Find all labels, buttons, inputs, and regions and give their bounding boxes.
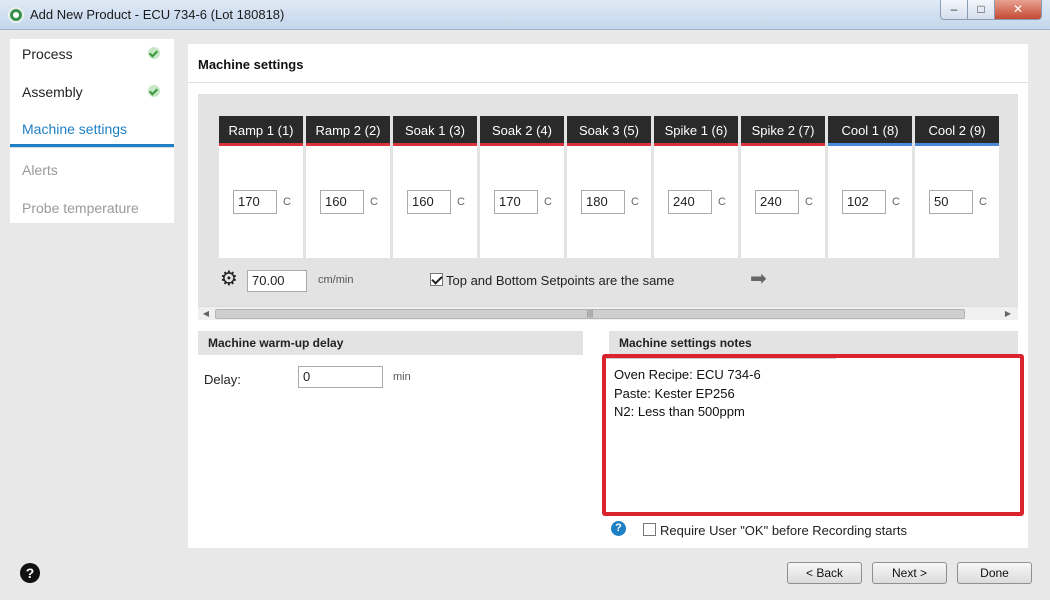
sidebar-item-label: Probe temperature <box>22 200 139 216</box>
page-title: Machine settings <box>198 57 304 72</box>
sidebar: Process Assembly Machine settings Alerts… <box>10 39 174 223</box>
delay-input[interactable]: 0 <box>298 366 383 388</box>
conveyor-speed-unit: cm/min <box>318 274 354 286</box>
notes-section-header: Machine settings notes <box>609 331 1018 355</box>
sidebar-item-label: Process <box>22 46 73 62</box>
maximize-button[interactable]: □ <box>967 0 995 20</box>
zone-soak-3: Soak 3 (5) 180 C <box>567 116 651 258</box>
notes-text[interactable]: Oven Recipe: ECU 734-6 Paste: Kester EP2… <box>614 366 761 422</box>
title-bar: Add New Product - ECU 734-6 (Lot 180818)… <box>0 0 1050 30</box>
zone-cool-2: Cool 2 (9) 50 C <box>915 116 999 258</box>
check-icon <box>148 85 160 97</box>
require-ok-label[interactable]: Require User "OK" before Recording start… <box>660 523 907 538</box>
zone-header: Ramp 2 (2) <box>306 116 390 146</box>
title-divider <box>188 82 1028 83</box>
zone-header: Ramp 1 (1) <box>219 116 303 146</box>
conveyor-speed-input[interactable]: 70.00 <box>247 270 307 292</box>
help-icon[interactable]: ? <box>20 563 40 583</box>
zone-setpoint-input[interactable]: 240 <box>755 190 799 214</box>
require-ok-checkbox[interactable] <box>643 523 656 536</box>
zone-header: Spike 1 (6) <box>654 116 738 146</box>
minimize-button[interactable]: – <box>940 0 968 20</box>
notes-textarea[interactable]: Oven Recipe: ECU 734-6 Paste: Kester EP2… <box>602 354 1024 516</box>
gear-icon[interactable]: ⚙ <box>220 269 238 289</box>
same-setpoints-checkbox[interactable] <box>430 273 443 286</box>
sidebar-item-process[interactable]: Process <box>10 39 174 77</box>
zone-setpoint-input[interactable]: 160 <box>320 190 364 214</box>
next-button[interactable]: Next > <box>872 562 947 584</box>
zone-unit: C <box>283 196 291 208</box>
zone-unit: C <box>544 196 552 208</box>
zone-setpoint-input[interactable]: 160 <box>407 190 451 214</box>
sidebar-item-label: Alerts <box>22 162 58 178</box>
close-button[interactable]: ✕ <box>994 0 1042 20</box>
zone-spike-2: Spike 2 (7) 240 C <box>741 116 825 258</box>
check-icon <box>148 47 160 59</box>
zone-header: Soak 2 (4) <box>480 116 564 146</box>
zone-unit: C <box>631 196 639 208</box>
scroll-left-icon[interactable]: ◀ <box>200 308 212 320</box>
delay-unit: min <box>393 371 411 383</box>
zone-unit: C <box>718 196 726 208</box>
app-icon <box>8 7 24 23</box>
notes-top-border <box>606 358 836 359</box>
zone-header: Cool 2 (9) <box>915 116 999 146</box>
sidebar-item-assembly[interactable]: Assembly <box>10 77 174 115</box>
scroll-thumb[interactable]: ||| <box>215 309 965 319</box>
zone-soak-1: Soak 1 (3) 160 C <box>393 116 477 258</box>
sidebar-item-label: Machine settings <box>22 121 128 137</box>
back-button[interactable]: < Back <box>787 562 862 584</box>
main-panel: Machine settings Ramp 1 (1) 170 C Ramp 2… <box>188 44 1028 548</box>
scroll-right-icon[interactable]: ▶ <box>1002 308 1014 320</box>
zone-ramp-2: Ramp 2 (2) 160 C <box>306 116 390 258</box>
window-title: Add New Product - ECU 734-6 (Lot 180818) <box>30 7 285 22</box>
done-button[interactable]: Done <box>957 562 1032 584</box>
zones-panel: Ramp 1 (1) 170 C Ramp 2 (2) 160 C Soak 1… <box>198 94 1018 306</box>
delay-label: Delay: <box>204 372 241 387</box>
zone-soak-2: Soak 2 (4) 170 C <box>480 116 564 258</box>
sidebar-item-probe-temperature[interactable]: Probe temperature <box>10 193 174 231</box>
zone-setpoint-input[interactable]: 170 <box>233 190 277 214</box>
zone-cool-1: Cool 1 (8) 102 C <box>828 116 912 258</box>
sidebar-item-label: Assembly <box>22 84 83 100</box>
arrow-right-icon[interactable]: ➡ <box>750 266 767 291</box>
zone-unit: C <box>979 196 987 208</box>
zone-setpoint-input[interactable]: 102 <box>842 190 886 214</box>
warmup-section-header: Machine warm-up delay <box>198 331 583 355</box>
zone-header: Soak 3 (5) <box>567 116 651 146</box>
zone-setpoint-input[interactable]: 180 <box>581 190 625 214</box>
zone-setpoint-input[interactable]: 50 <box>929 190 973 214</box>
zone-ramp-1: Ramp 1 (1) 170 C <box>219 116 303 258</box>
zone-header: Spike 2 (7) <box>741 116 825 146</box>
horizontal-scrollbar[interactable]: ◀ ||| ▶ <box>198 306 1018 320</box>
zone-unit: C <box>892 196 900 208</box>
zone-header: Cool 1 (8) <box>828 116 912 146</box>
zone-spike-1: Spike 1 (6) 240 C <box>654 116 738 258</box>
zone-unit: C <box>805 196 813 208</box>
sidebar-divider <box>10 147 174 148</box>
zone-setpoint-input[interactable]: 240 <box>668 190 712 214</box>
same-setpoints-label[interactable]: Top and Bottom Setpoints are the same <box>446 273 674 288</box>
help-icon[interactable]: ? <box>611 521 626 536</box>
sidebar-item-alerts[interactable]: Alerts <box>10 155 174 193</box>
zone-header: Soak 1 (3) <box>393 116 477 146</box>
zone-setpoint-input[interactable]: 170 <box>494 190 538 214</box>
zone-unit: C <box>370 196 378 208</box>
zone-unit: C <box>457 196 465 208</box>
